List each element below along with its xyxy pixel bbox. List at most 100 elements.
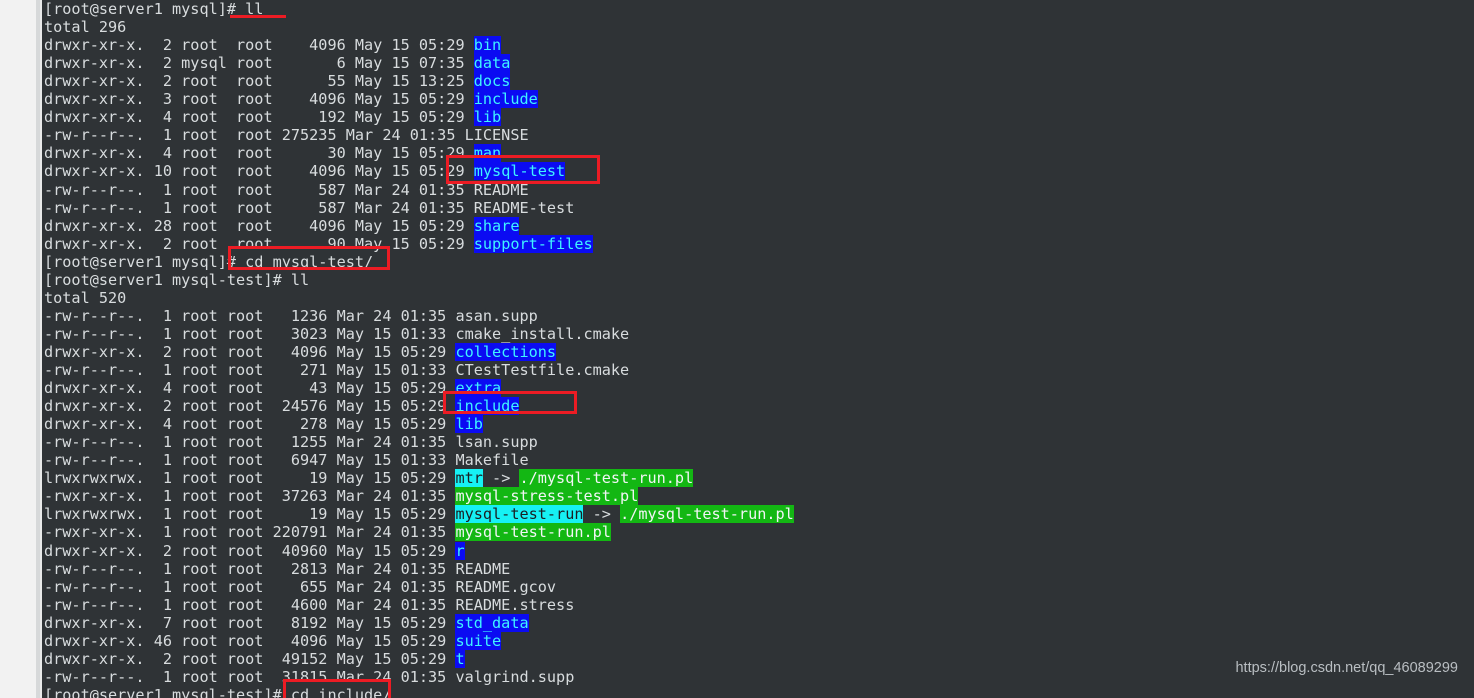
terminal-text-segment: man xyxy=(473,144,502,163)
terminal-text-segment: lrwxrwxrwx. 1 root root 19 May 15 05:29 xyxy=(44,505,456,524)
terminal-line: -rw-r--r--. 1 root root 2813 Mar 24 01:3… xyxy=(44,560,510,578)
terminal-text-segment: -rwxr-xr-x. 1 root root 220791 Mar 24 01… xyxy=(44,523,456,542)
terminal-line: lrwxrwxrwx. 1 root root 19 May 15 05:29 … xyxy=(44,505,794,524)
terminal-text-segment: -rw-r--r--. 1 root root 271 May 15 01:33… xyxy=(44,361,630,379)
ll-command-underline xyxy=(230,15,286,18)
terminal-text-segment: drwxr-xr-x. 4 root root 30 May 15 05:29 xyxy=(44,144,474,163)
terminal-text-segment: r xyxy=(455,541,465,560)
terminal-line: [root@server1 mysql-test]# cd include/ xyxy=(44,686,391,698)
terminal-text-segment: mysql-test-run.pl xyxy=(455,523,611,542)
terminal-line: drwxr-xr-x. 2 root root 55 May 15 13:25 … xyxy=(44,72,511,91)
terminal-line: -rw-r--r--. 1 root root 1255 Mar 24 01:3… xyxy=(44,433,538,451)
terminal-line: -rw-r--r--. 1 root root 6947 May 15 01:3… xyxy=(44,451,529,469)
terminal-text-segment: -rw-r--r--. 1 root root 1255 Mar 24 01:3… xyxy=(44,433,538,452)
terminal-text-segment: drwxr-xr-x. 2 root root 49152 May 15 05:… xyxy=(44,649,456,668)
page-left-gutter xyxy=(0,0,36,698)
terminal-text-segment: t xyxy=(455,649,465,668)
terminal-line: -rwxr-xr-x. 1 root root 220791 Mar 24 01… xyxy=(44,523,611,542)
terminal-line: drwxr-xr-x. 46 root root 4096 May 15 05:… xyxy=(44,631,502,650)
terminal-line: -rw-r--r--. 1 root root 4600 Mar 24 01:3… xyxy=(44,596,574,614)
terminal-line: drwxr-xr-x. 2 root root 90 May 15 05:29 … xyxy=(44,234,593,253)
terminal-line: drwxr-xr-x. 10 root root 4096 May 15 05:… xyxy=(44,162,566,181)
terminal-line: drwxr-xr-x. 2 mysql root 6 May 15 07:35 … xyxy=(44,54,511,73)
terminal-line: -rw-r--r--. 1 root root 271 May 15 01:33… xyxy=(44,361,629,379)
terminal-text-segment: drwxr-xr-x. 2 root root 4096 May 15 05:2… xyxy=(44,342,456,361)
terminal-text-segment: drwxr-xr-x. 7 root root 8192 May 15 05:2… xyxy=(44,613,456,632)
terminal-line: drwxr-xr-x. 4 root root 278 May 15 05:29… xyxy=(44,415,483,434)
terminal-line: total 296 xyxy=(44,18,126,36)
terminal-screenshot: [root@server1 mysql]# ll total 296 drwxr-x… xyxy=(0,0,1474,698)
terminal-line: drwxr-xr-x. 28 root root 4096 May 15 05:… xyxy=(44,216,520,235)
terminal-line: drwxr-xr-x. 2 root root 4096 May 15 05:2… xyxy=(44,36,502,55)
terminal-line: -rw-r--r--. 1 root root 275235 Mar 24 01… xyxy=(44,126,529,144)
terminal-text-segment: [root@server1 mysql-test]# cd include/ xyxy=(44,685,392,698)
terminal-line: drwxr-xr-x. 4 root root 30 May 15 05:29 … xyxy=(44,144,502,163)
terminal-text-segment: -rw-r--r--. 1 root root 2813 Mar 24 01:3… xyxy=(44,559,511,578)
terminal-text-segment: drwxr-xr-x. 2 mysql root 6 May 15 07:35 xyxy=(44,54,474,73)
terminal-line: drwxr-xr-x. 7 root root 8192 May 15 05:2… xyxy=(44,613,529,632)
terminal-text-segment: mtr xyxy=(455,469,483,488)
terminal-text-segment: -rw-r--r--. 1 root root 587 Mar 24 01:35… xyxy=(44,198,575,217)
terminal-window[interactable]: [root@server1 mysql]# ll total 296 drwxr-x… xyxy=(40,0,1474,698)
terminal-text-segment: lrwxrwxrwx. 1 root root 19 May 15 05:29 xyxy=(44,469,456,488)
terminal-text-segment: -rw-r--r--. 1 root root 31815 Mar 24 01:… xyxy=(44,667,575,686)
terminal-line: drwxr-xr-x. 2 root root 24576 May 15 05:… xyxy=(44,397,520,416)
terminal-text-segment: drwxr-xr-x. 4 root root 43 May 15 05:29 xyxy=(44,379,456,398)
terminal-line: -rw-r--r--. 1 root root 587 Mar 24 01:35… xyxy=(44,181,529,199)
terminal-text-segment: collections xyxy=(455,342,557,361)
terminal-text-segment: drwxr-xr-x. 10 root root 4096 May 15 05:… xyxy=(44,162,474,181)
terminal-line: drwxr-xr-x. 2 root root 40960 May 15 05:… xyxy=(44,541,465,560)
terminal-line: total 520 xyxy=(44,289,126,307)
terminal-text-segment: drwxr-xr-x. 2 root root 4096 May 15 05:2… xyxy=(44,36,474,55)
terminal-text-segment: support-files xyxy=(473,234,593,253)
terminal-text-segment: [root@server1 mysql-test]# ll xyxy=(44,270,310,289)
terminal-line: [root@server1 mysql-test]# ll xyxy=(44,271,309,289)
terminal-line: -rw-r--r--. 1 root root 3023 May 15 01:3… xyxy=(44,325,629,343)
terminal-line: lrwxrwxrwx. 1 root root 19 May 15 05:29 … xyxy=(44,469,694,488)
terminal-text-segment: mysql-test-run xyxy=(455,505,584,524)
terminal-text-segment: -rw-r--r--. 1 root root 1236 Mar 24 01:3… xyxy=(44,306,538,325)
terminal-text-segment: -rw-r--r--. 1 root root 3023 May 15 01:3… xyxy=(44,324,630,343)
terminal-text-segment: -> xyxy=(583,505,621,524)
terminal-line: drwxr-xr-x. 4 root root 43 May 15 05:29 … xyxy=(44,379,502,398)
terminal-text-segment: drwxr-xr-x. 2 root root 90 May 15 05:29 xyxy=(44,234,474,253)
terminal-text-segment: drwxr-xr-x. 2 root root 40960 May 15 05:… xyxy=(44,541,456,560)
terminal-text-segment: -> xyxy=(482,469,520,488)
terminal-text-segment: -rw-r--r--. 1 root root 655 Mar 24 01:35… xyxy=(44,577,557,596)
terminal-line: -rwxr-xr-x. 1 root root 37263 Mar 24 01:… xyxy=(44,487,639,506)
terminal-text-segment: drwxr-xr-x. 4 root root 278 May 15 05:29 xyxy=(44,415,456,434)
terminal-text-segment: bin xyxy=(473,36,502,55)
terminal-line: drwxr-xr-x. 2 root root 49152 May 15 05:… xyxy=(44,649,465,668)
terminal-text-segment: -rw-r--r--. 1 root root 587 Mar 24 01:35… xyxy=(44,180,529,199)
terminal-text-segment: include xyxy=(455,397,520,416)
terminal-text-segment: -rw-r--r--. 1 root root 4600 Mar 24 01:3… xyxy=(44,595,575,614)
terminal-text-segment: -rw-r--r--. 1 root root 275235 Mar 24 01… xyxy=(44,126,529,145)
terminal-text-segment: docs xyxy=(473,72,511,91)
terminal-line: drwxr-xr-x. 2 root root 4096 May 15 05:2… xyxy=(44,342,557,361)
terminal-text-segment: lib xyxy=(473,108,502,127)
terminal-text-segment: -rwxr-xr-x. 1 root root 37263 Mar 24 01:… xyxy=(44,487,456,506)
terminal-line: drwxr-xr-x. 3 root root 4096 May 15 05:2… xyxy=(44,90,538,109)
terminal-text-segment: data xyxy=(473,54,511,73)
terminal-text-segment: drwxr-xr-x. 2 root root 24576 May 15 05:… xyxy=(44,397,456,416)
terminal-left-edge xyxy=(40,0,42,698)
terminal-text-segment: include xyxy=(473,90,538,109)
terminal-text-segment: lib xyxy=(455,415,483,434)
terminal-text-segment: total 296 xyxy=(44,18,127,37)
terminal-text-segment: -rw-r--r--. 1 root root 6947 May 15 01:3… xyxy=(44,451,529,470)
terminal-text-segment: drwxr-xr-x. 4 root root 192 May 15 05:29 xyxy=(44,108,474,127)
terminal-line: drwxr-xr-x. 4 root root 192 May 15 05:29… xyxy=(44,108,502,127)
terminal-text-segment: extra xyxy=(455,379,502,398)
watermark-text: https://blog.csdn.net/qq_46089299 xyxy=(1235,660,1458,676)
terminal-text-segment: ./mysql-test-run.pl xyxy=(519,469,694,488)
terminal-line: -rw-r--r--. 1 root root 1236 Mar 24 01:3… xyxy=(44,307,538,325)
terminal-line: -rw-r--r--. 1 root root 655 Mar 24 01:35… xyxy=(44,578,556,596)
terminal-text-segment: mysql-test xyxy=(473,162,566,181)
terminal-text-segment: [root@server1 mysql]# cd mysql-test/ xyxy=(44,252,374,271)
terminal-text-segment: std_data xyxy=(455,613,529,632)
terminal-text-segment: drwxr-xr-x. 46 root root 4096 May 15 05:… xyxy=(44,631,456,650)
terminal-text-segment: share xyxy=(473,216,520,235)
terminal-text-segment: mysql-stress-test.pl xyxy=(455,487,639,506)
terminal-text-segment: suite xyxy=(455,631,502,650)
terminal-text-segment: drwxr-xr-x. 2 root root 55 May 15 13:25 xyxy=(44,72,474,91)
